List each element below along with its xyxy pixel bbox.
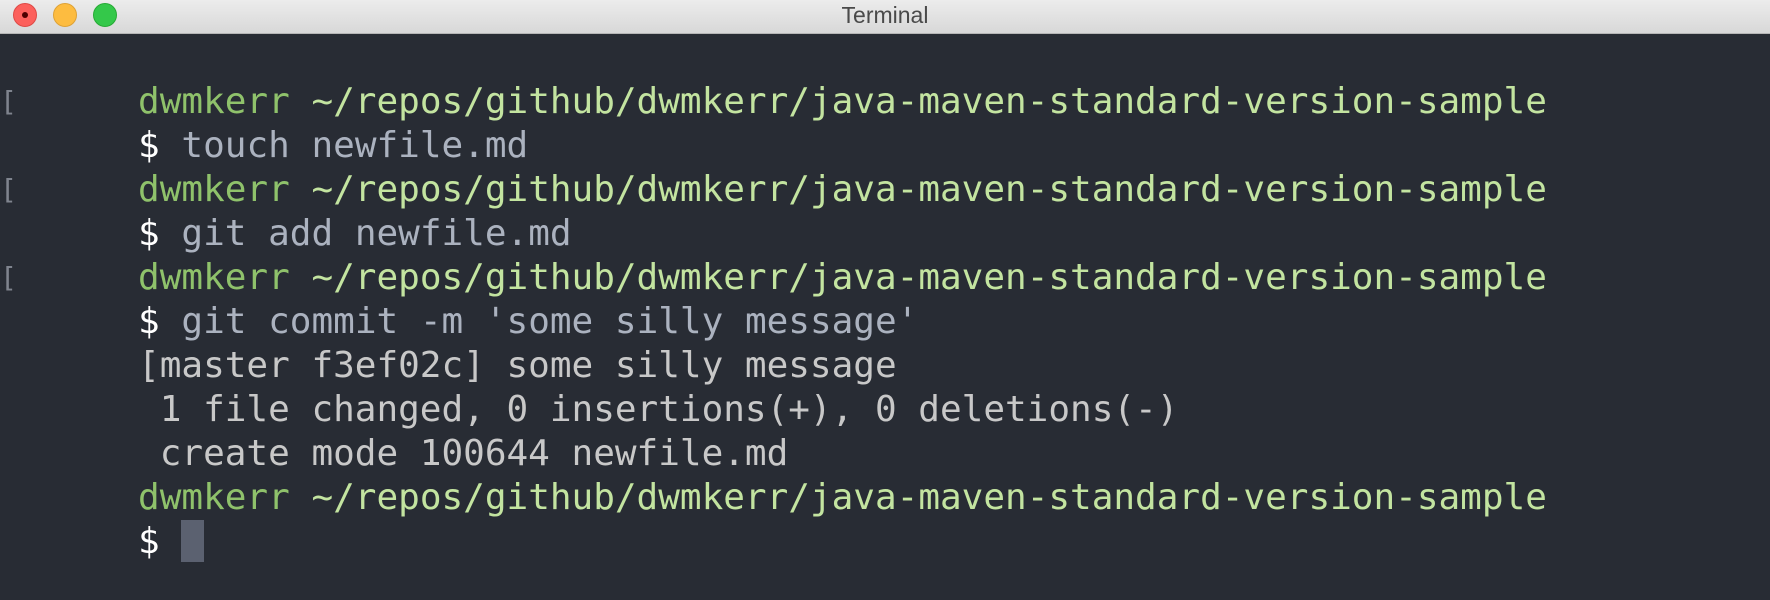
command-line: [$ touch newfile.md: [0, 80, 1770, 166]
line-marker: [: [0, 85, 17, 118]
text-cursor[interactable]: [181, 520, 205, 562]
command-line: [$ git commit -m 'some silly message': [0, 256, 1770, 342]
prompt-header-line: dwmkerr ~/repos/github/dwmkerr/java-mave…: [0, 124, 1770, 210]
output-line: 1 file changed, 0 insertions(+), 0 delet…: [0, 344, 1770, 430]
active-prompt-line[interactable]: $: [0, 476, 1770, 562]
prompt-header-line: dwmkerr ~/repos/github/dwmkerr/java-mave…: [0, 432, 1770, 518]
line-marker: [: [0, 173, 17, 206]
prompt-symbol: $: [138, 521, 160, 562]
output-line: create mode 100644 newfile.md: [0, 388, 1770, 474]
line-marker: [: [0, 261, 17, 294]
command-line: [$ git add newfile.md: [0, 168, 1770, 254]
prompt-header-line: dwmkerr ~/repos/github/dwmkerr/java-mave…: [0, 212, 1770, 298]
title-bar[interactable]: Terminal: [0, 0, 1770, 34]
prompt-header-line: dwmkerr ~/repos/github/dwmkerr/java-mave…: [0, 36, 1770, 122]
terminal-output[interactable]: dwmkerr ~/repos/github/dwmkerr/java-mave…: [0, 36, 1770, 600]
window-title: Terminal: [841, 2, 929, 28]
output-line: [master f3ef02c] some silly message: [0, 300, 1770, 386]
terminal-window: Terminal dwmkerr ~/repos/github/dwmkerr/…: [0, 0, 1770, 600]
